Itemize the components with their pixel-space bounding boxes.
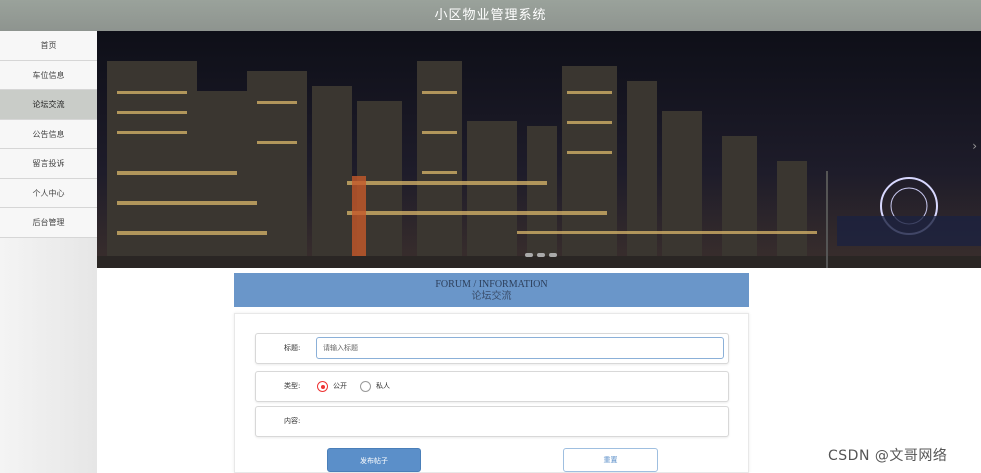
city-skyline-image xyxy=(97,31,981,268)
city-banner: › xyxy=(97,31,981,268)
banner-dot[interactable] xyxy=(549,253,557,257)
post-form: 标题: 类型: 公开 私人 内容: 发布帖子 重置 xyxy=(234,313,749,473)
type-label: 类型: xyxy=(284,382,301,390)
content-label: 内容: xyxy=(284,417,301,425)
title-row: 标题: xyxy=(255,333,729,364)
reset-button[interactable]: 重置 xyxy=(563,448,658,472)
banner-next-arrow[interactable]: › xyxy=(972,139,977,153)
sidebar-item-profile[interactable]: 个人中心 xyxy=(0,178,97,208)
title-input[interactable] xyxy=(316,337,724,359)
type-row: 类型: 公开 私人 xyxy=(255,371,729,402)
forum-title-cn: 论坛交流 xyxy=(471,291,512,302)
banner-dots xyxy=(525,253,557,257)
sidebar-item-home[interactable]: 首页 xyxy=(0,31,97,61)
sidebar-item-complaint[interactable]: 留言投诉 xyxy=(0,149,97,179)
sidebar-item-notice[interactable]: 公告信息 xyxy=(0,119,97,149)
content-row[interactable]: 内容: xyxy=(255,406,729,437)
watermark: CSDN @文哥网络 xyxy=(828,448,948,464)
type-private-label[interactable]: 私人 xyxy=(376,372,390,401)
banner-dot[interactable] xyxy=(537,253,545,257)
forum-section-header: FORUM / INFORMATION 论坛交流 xyxy=(234,273,749,307)
publish-post-button[interactable]: 发布帖子 xyxy=(327,448,421,472)
banner-dot[interactable] xyxy=(525,253,533,257)
sidebar-item-admin[interactable]: 后台管理 xyxy=(0,208,97,238)
title-label: 标题: xyxy=(284,344,301,352)
type-public-radio[interactable] xyxy=(317,381,328,392)
forum-title-en: FORUM / INFORMATION xyxy=(435,279,548,290)
sidebar: 首页 车位信息 论坛交流 公告信息 留言投诉 个人中心 后台管理 xyxy=(0,31,97,473)
sidebar-item-parking[interactable]: 车位信息 xyxy=(0,60,97,90)
type-public-label[interactable]: 公开 xyxy=(333,372,347,401)
app-header: 小区物业管理系统 xyxy=(0,0,981,31)
app-title: 小区物业管理系统 xyxy=(434,8,547,23)
sidebar-item-forum[interactable]: 论坛交流 xyxy=(0,90,97,120)
type-private-radio[interactable] xyxy=(360,381,371,392)
